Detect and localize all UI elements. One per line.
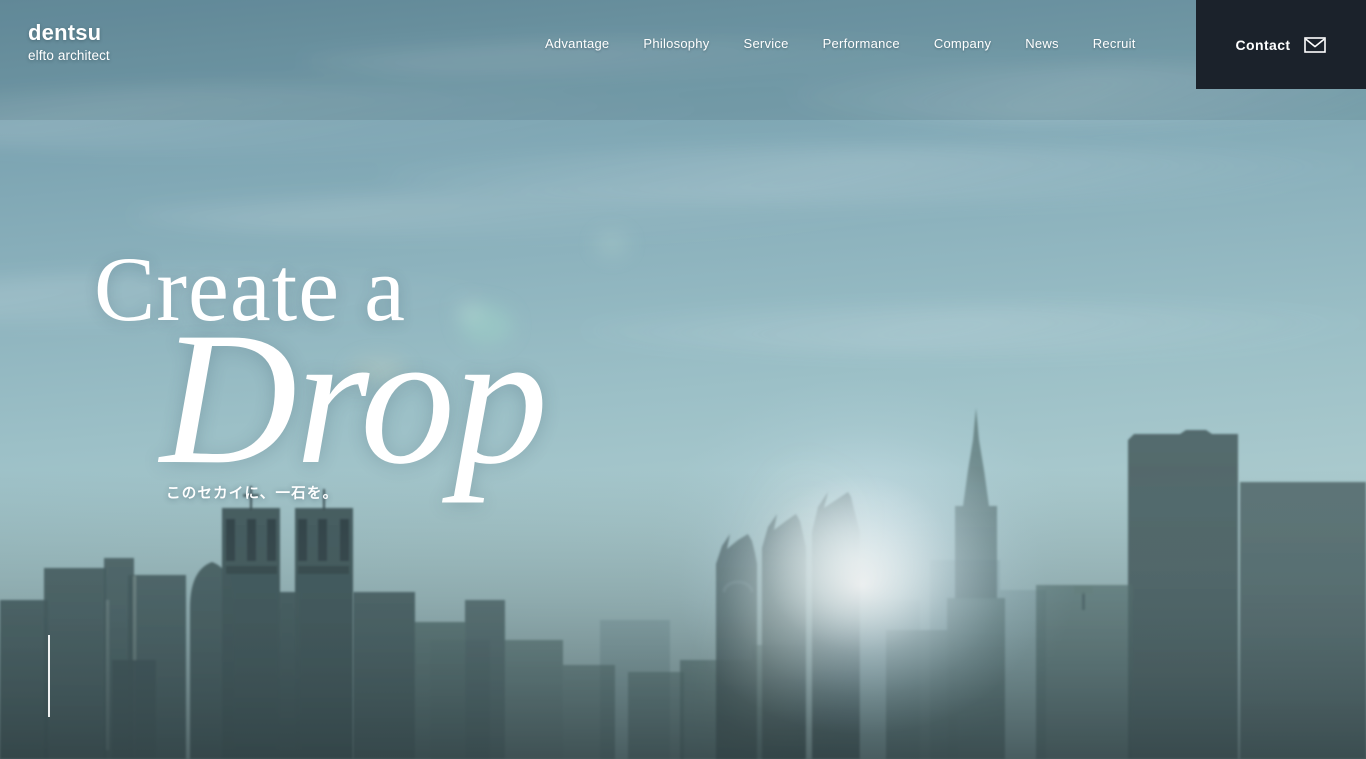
hero-background-photo (0, 0, 1366, 759)
nav-item-company[interactable]: Company (917, 36, 1008, 51)
nav-item-news[interactable]: News (1008, 36, 1076, 51)
mail-envelope-icon (1304, 36, 1327, 53)
contact-button-label: Contact (1235, 36, 1291, 53)
nav-item-philosophy[interactable]: Philosophy (626, 36, 726, 51)
site-header: dentsu elfto architect Advantage Philoso… (0, 0, 1366, 90)
nav-item-performance[interactable]: Performance (806, 36, 917, 51)
vertical-scroll-line-indicator (48, 635, 50, 717)
logo-brand-name: dentsu (28, 20, 102, 45)
logo-tagline: elfto architect (28, 48, 110, 63)
contact-button[interactable]: Contact (1196, 0, 1366, 89)
nav-item-recruit[interactable]: Recruit (1076, 36, 1153, 51)
nav-item-advantage[interactable]: Advantage (528, 36, 626, 51)
site-logo[interactable]: dentsu elfto architect (28, 22, 110, 63)
primary-navigation: Advantage Philosophy Service Performance… (528, 36, 1153, 51)
nav-item-service[interactable]: Service (727, 36, 806, 51)
hero-section: Create a Drop このセカイに、一石を。 dentsu elfto a… (0, 0, 1366, 759)
